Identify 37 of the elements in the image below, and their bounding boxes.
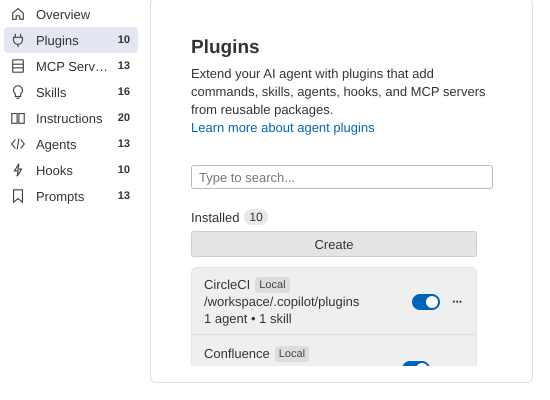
count-label: 10 [118, 164, 130, 176]
code-icon [10, 136, 26, 152]
count-label: 13 [118, 190, 130, 202]
plugin-name: Confluence [204, 345, 270, 362]
book-icon [10, 110, 26, 126]
plug-icon [10, 32, 26, 48]
count-label: 13 [118, 60, 130, 72]
count-label: 10 [118, 34, 130, 46]
more-button[interactable]: ··· [450, 294, 464, 309]
create-button[interactable]: Create [191, 231, 477, 257]
count-label: 13 [118, 138, 130, 150]
server-icon [10, 58, 26, 74]
bookmark-icon [10, 188, 26, 204]
description-text: Extend your AI agent with plugins that add commands, skills, agents, hooks, and MCP servers from reusable packages. [191, 65, 487, 119]
sidebar-item[interactable]: Skills 16 [4, 79, 138, 105]
search-field[interactable]: Type to search... [191, 165, 493, 189]
local-badge: Local [274, 346, 310, 362]
sidebar-item[interactable]: Overview [4, 1, 138, 27]
plugin-path: /workspace/.copilot/plugins [204, 293, 360, 310]
toggle-switch[interactable] [412, 294, 440, 310]
page-title: Plugins [191, 37, 261, 59]
count-label: 20 [118, 112, 130, 124]
lightbulb-icon [10, 84, 26, 100]
home-icon [10, 6, 26, 22]
installed-label: Installed [191, 210, 240, 224]
sidebar-item[interactable]: Instructions 20 [4, 105, 138, 131]
sidebar-item[interactable]: Plugins 10 [4, 27, 138, 53]
sidebar-item[interactable]: MCP Serv… 13 [4, 53, 138, 79]
count-label: 16 [118, 86, 130, 98]
count-badge: 10 [244, 209, 268, 225]
sidebar-item[interactable]: Agents 13 [4, 131, 138, 157]
local-badge: Local [255, 276, 290, 292]
learn-more-link[interactable]: Learn more about agent plugins [191, 120, 375, 135]
sidebar-item[interactable]: Hooks 10 [4, 157, 138, 183]
plugin-name: CircleCI [204, 276, 250, 293]
plugin-summary: 1 agent • 1 skill [204, 310, 293, 327]
sidebar-item[interactable]: Prompts 13 [4, 183, 138, 209]
